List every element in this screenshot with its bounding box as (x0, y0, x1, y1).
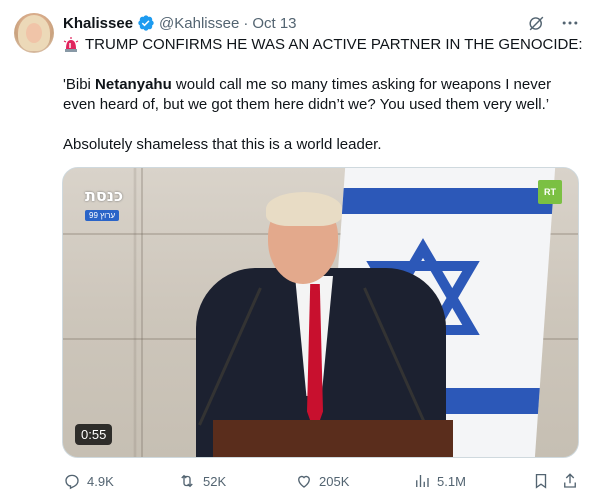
repost-count: 52K (203, 473, 227, 489)
avatar[interactable] (14, 13, 54, 53)
reply-button[interactable]: 4.9K (63, 472, 114, 490)
podium (213, 420, 453, 457)
reply-count: 4.9K (87, 473, 114, 489)
speaker-hair (266, 192, 342, 226)
tweet-header: Khalissee @Kahlissee · Oct 13 (63, 12, 297, 34)
siren-emoji-icon (63, 37, 79, 53)
quote-text-bold[interactable]: Netanyahu (95, 76, 172, 93)
separator-dot: · (243, 14, 249, 32)
channel-number: ערוץ 99 (85, 210, 120, 221)
tweet-actions-bar: 4.9K 52K 205K 5.1M (63, 470, 583, 492)
tweet-headline: TRUMP CONFIRMS HE WAS AN ACTIVE PARTNER … (85, 36, 583, 53)
grok-icon[interactable] (526, 13, 546, 33)
tweet-comment: Absolutely shameless that this is a worl… (63, 136, 382, 153)
author-handle[interactable]: @Kahlissee (159, 15, 239, 32)
heart-icon (298, 475, 310, 488)
tweet[interactable]: Khalissee @Kahlissee · Oct 13 TRUMP CONF… (0, 0, 598, 504)
video-player[interactable]: כנסת ערוץ 99 RT 0:55 (62, 167, 579, 458)
repost-button[interactable]: 52K (177, 472, 226, 490)
tweet-quote: 'Bibi Netanyahu would call me so many ti… (63, 75, 583, 115)
verified-badge-icon (137, 14, 155, 32)
more-options-icon[interactable] (560, 13, 580, 33)
author-name[interactable]: Khalissee (63, 15, 133, 32)
views-button[interactable]: 5.1M (413, 472, 466, 490)
video-duration: 0:55 (75, 424, 113, 445)
bookmark-button[interactable] (532, 472, 556, 490)
share-icon (564, 473, 576, 488)
bookmark-icon (535, 473, 547, 489)
reply-icon (65, 474, 79, 490)
tweet-headline-line: TRUMP CONFIRMS HE WAS AN ACTIVE PARTNER … (63, 35, 583, 55)
share-button[interactable] (561, 472, 585, 490)
channel-logo-text: כנסת (85, 186, 124, 205)
views-count: 5.1M (437, 473, 466, 489)
flag-stripe-top (341, 188, 554, 214)
views-chart-icon (416, 475, 429, 487)
repost-icon (181, 474, 193, 488)
knesset-channel-logo: כנסת ערוץ 99 (85, 186, 141, 221)
rt-logo: RT (538, 180, 562, 204)
wall-seam (141, 168, 143, 457)
quote-text-pre: 'Bibi (63, 76, 96, 93)
like-count: 205K (319, 473, 350, 489)
tweet-date[interactable]: Oct 13 (252, 15, 296, 32)
like-button[interactable]: 205K (295, 472, 349, 490)
avatar-face (26, 23, 42, 43)
tweet-top-actions (526, 13, 580, 33)
tweet-text: TRUMP CONFIRMS HE WAS AN ACTIVE PARTNER … (63, 35, 583, 155)
